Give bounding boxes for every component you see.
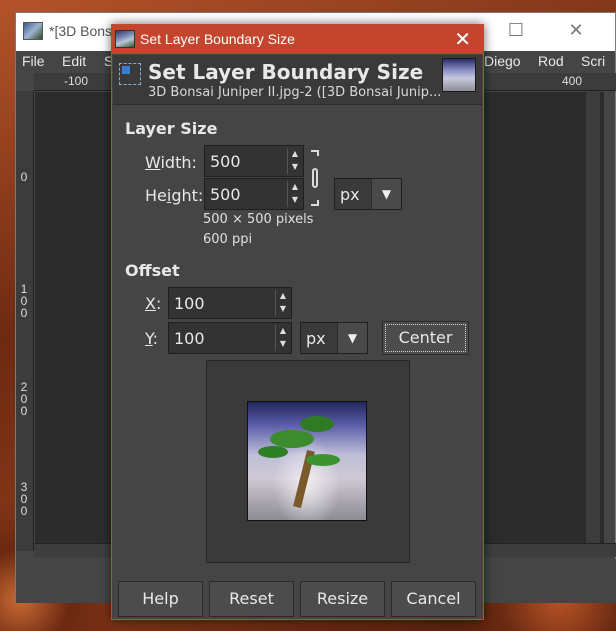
width-spinbutton[interactable]: 500 ▲ ▼ — [204, 145, 304, 177]
y-offset-value[interactable]: 100 — [174, 329, 205, 348]
chevron-down-icon[interactable]: ▼ — [278, 338, 288, 350]
width-stepper[interactable]: ▲ ▼ — [287, 148, 301, 174]
center-button[interactable]: Center — [382, 321, 469, 355]
offset-unit-value: px — [306, 329, 326, 348]
size-unit-select[interactable]: px ▼ — [334, 178, 402, 210]
close-icon[interactable]: ✕ — [454, 27, 471, 51]
x-offset-stepper[interactable]: ▲ ▼ — [275, 290, 289, 316]
chevron-down-icon[interactable]: ▼ — [337, 323, 367, 353]
x-offset-label: X: — [145, 294, 162, 313]
image-thumbnail-icon — [23, 22, 43, 40]
dialog-title: Set Layer Boundary Size — [140, 31, 295, 47]
header-subtitle: 3D Bonsai Juniper II.jpg-2 ([3D Bonsai J… — [148, 85, 442, 100]
offset-preview-area[interactable] — [206, 360, 410, 563]
size-unit-value: px — [340, 185, 360, 204]
resize-button[interactable]: Resize — [300, 581, 385, 617]
layer-boundary-icon — [119, 63, 141, 85]
ruler-label: 2 0 0 — [20, 380, 28, 418]
chevron-down-icon[interactable]: ▼ — [371, 179, 401, 209]
height-stepper[interactable]: ▲ ▼ — [287, 181, 301, 207]
chevron-up-icon[interactable]: ▲ — [278, 325, 288, 337]
width-label: Width: — [145, 153, 197, 172]
header-title: Set Layer Boundary Size — [148, 60, 424, 84]
menu-edit[interactable]: Edit — [62, 53, 86, 69]
ruler-label: 1 0 0 — [20, 282, 28, 320]
chevron-down-icon[interactable]: ▼ — [290, 194, 300, 206]
menu-file[interactable]: File — [22, 53, 45, 69]
set-layer-boundary-dialog: Set Layer Boundary Size ✕ Set Layer Boun… — [111, 24, 484, 620]
dialog-header: Set Layer Boundary Size 3D Bonsai Junipe… — [113, 55, 482, 105]
ruler-label: -100 — [64, 74, 89, 88]
resolution-info: 600 ppi — [203, 232, 253, 247]
chevron-down-icon[interactable]: ▼ — [278, 303, 288, 315]
width-value[interactable]: 500 — [210, 152, 241, 171]
chevron-up-icon[interactable]: ▲ — [290, 181, 300, 193]
height-spinbutton[interactable]: 500 ▲ ▼ — [204, 178, 304, 210]
cancel-button[interactable]: Cancel — [391, 581, 476, 617]
offset-unit-select[interactable]: px ▼ — [300, 322, 368, 354]
menu-diego[interactable]: Diego — [484, 53, 521, 69]
menu-scripts[interactable]: Scri — [581, 53, 605, 69]
ruler-label: 0 — [20, 170, 28, 184]
vertical-scrollbar[interactable] — [586, 91, 600, 543]
chain-link-icon[interactable] — [311, 150, 319, 206]
x-offset-value[interactable]: 100 — [174, 294, 205, 313]
offset-section-label: Offset — [125, 261, 180, 280]
help-button[interactable]: Help — [118, 581, 203, 617]
close-icon[interactable]: ✕ — [564, 19, 588, 43]
pixel-dimensions-info: 500 × 500 pixels — [203, 212, 314, 227]
dialog-titlebar: Set Layer Boundary Size ✕ — [112, 25, 483, 54]
layer-preview-image[interactable] — [247, 401, 367, 521]
y-offset-stepper[interactable]: ▲ ▼ — [275, 325, 289, 351]
chevron-up-icon[interactable]: ▲ — [290, 148, 300, 160]
reset-button[interactable]: Reset — [209, 581, 294, 617]
image-preview-thumbnail — [442, 58, 476, 92]
x-offset-spinbutton[interactable]: 100 ▲ ▼ — [168, 287, 292, 319]
y-offset-spinbutton[interactable]: 100 ▲ ▼ — [168, 322, 292, 354]
menu-rod[interactable]: Rod — [538, 53, 564, 69]
image-thumbnail-icon — [115, 30, 135, 48]
chevron-up-icon[interactable]: ▲ — [278, 290, 288, 302]
height-label: Height: — [145, 186, 204, 205]
chevron-down-icon[interactable]: ▼ — [290, 161, 300, 173]
maximize-icon[interactable]: ☐ — [504, 19, 528, 43]
height-value[interactable]: 500 — [210, 185, 241, 204]
ruler-label: 3 0 0 — [20, 480, 28, 518]
vertical-ruler: 0 1 0 0 2 0 0 3 0 0 — [16, 91, 34, 551]
y-offset-label: Y: — [145, 329, 159, 348]
ruler-label: 400 — [562, 74, 583, 88]
layer-size-section-label: Layer Size — [125, 119, 218, 138]
